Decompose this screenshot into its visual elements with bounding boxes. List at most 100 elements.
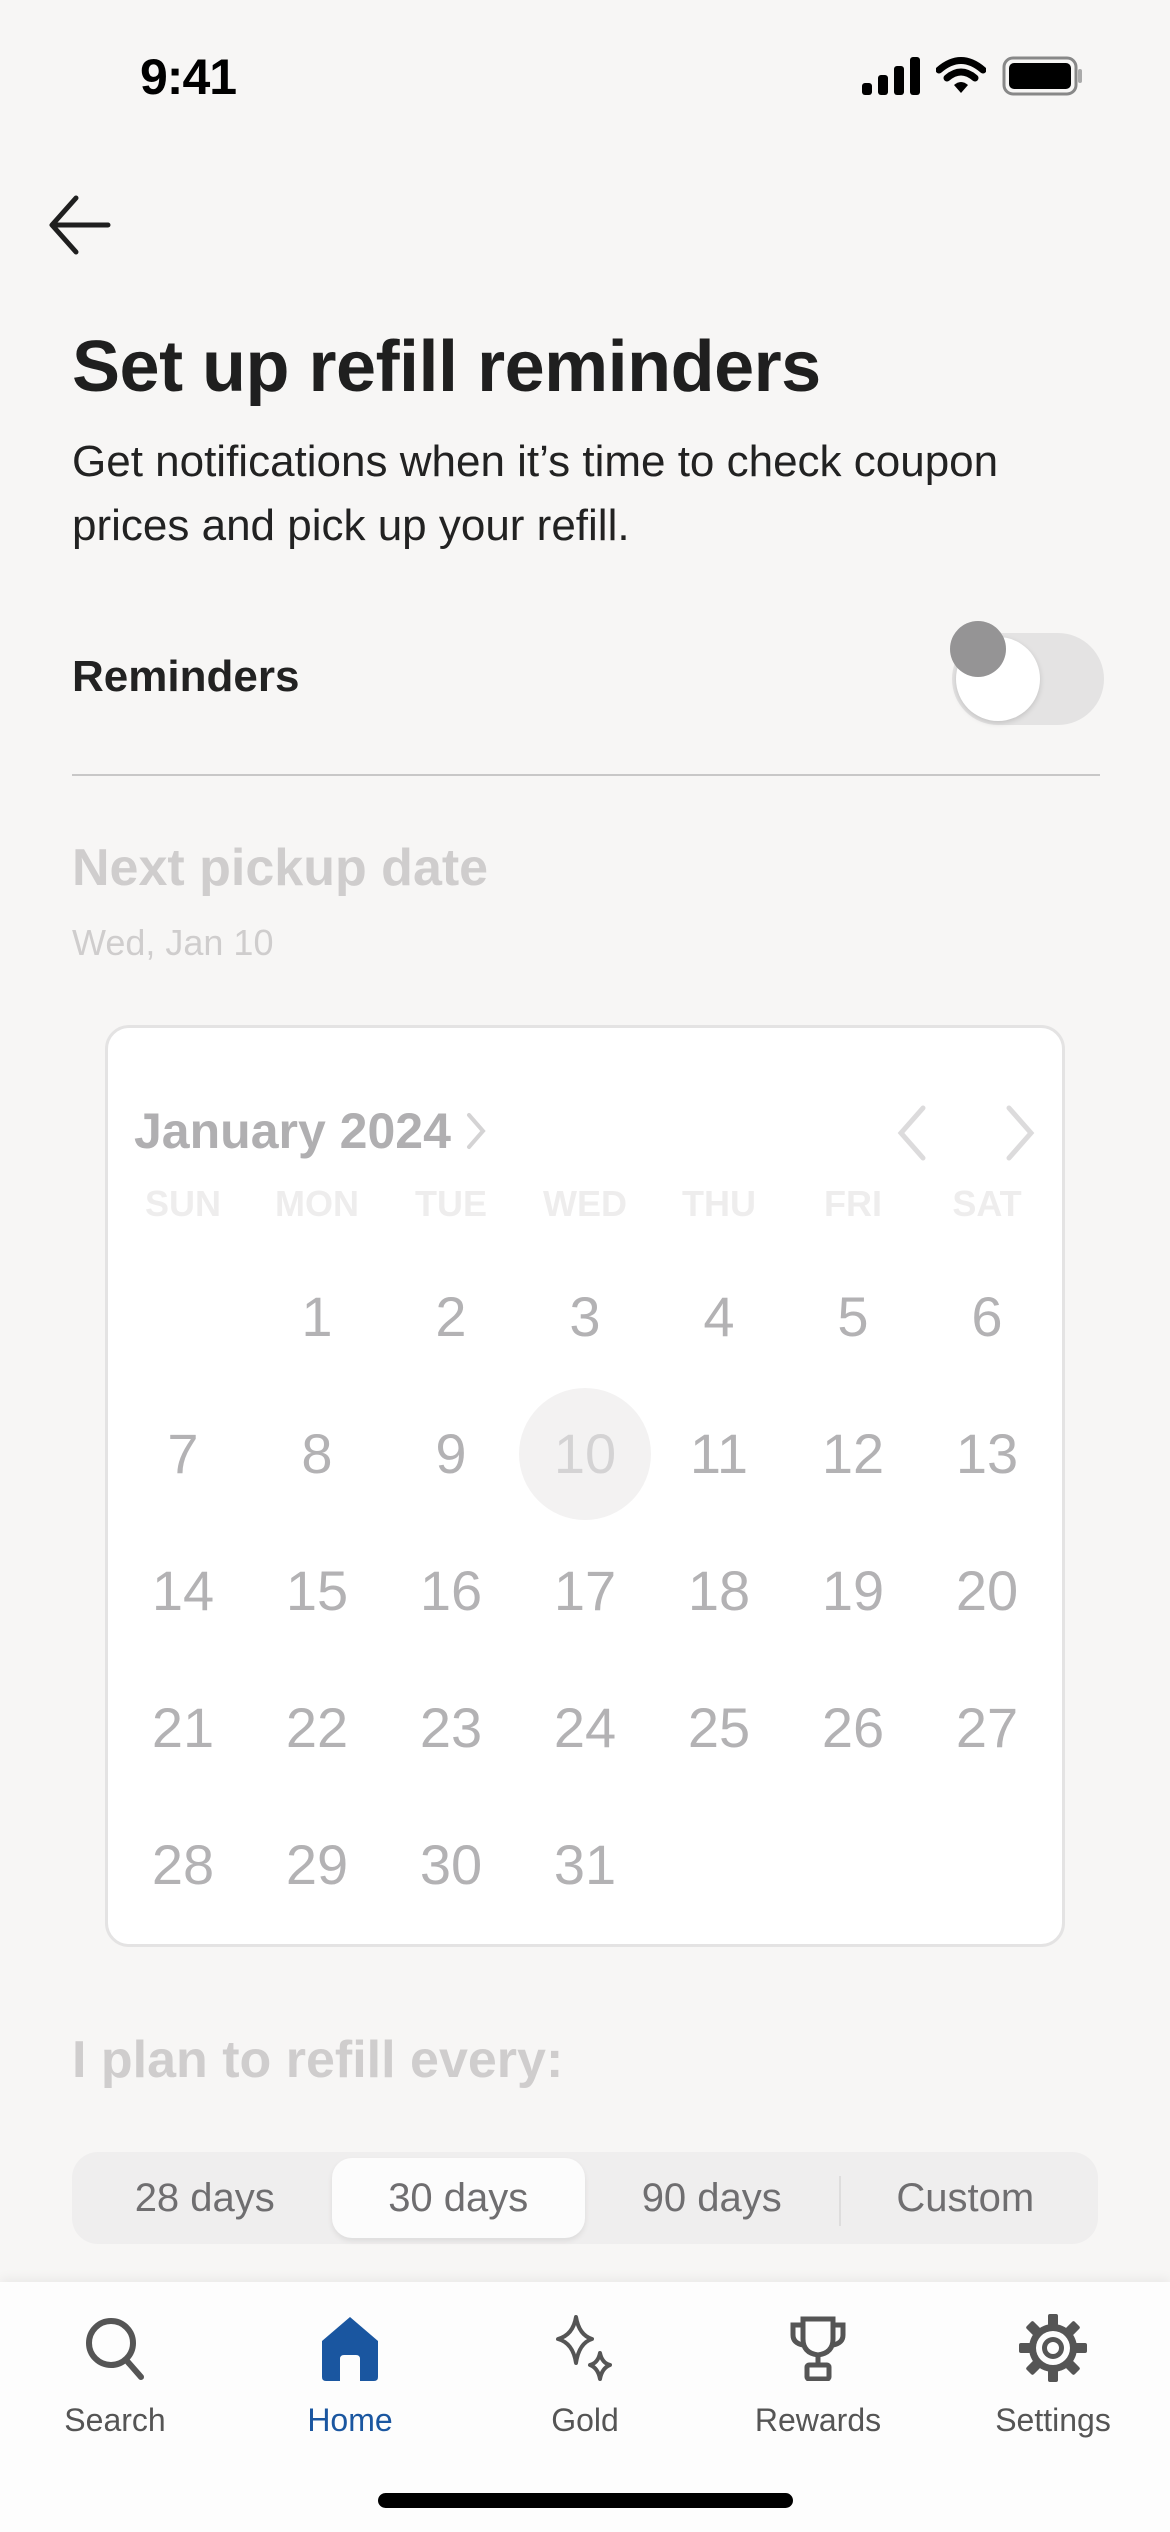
- calendar-day[interactable]: 11: [652, 1385, 786, 1522]
- day-number: 3: [569, 1285, 601, 1348]
- day-number: 26: [821, 1696, 885, 1759]
- calendar-day[interactable]: 18: [652, 1522, 786, 1659]
- calendar-day[interactable]: 16: [384, 1522, 518, 1659]
- date-picker-calendar: January 2024 SUN MON TUE WED THU FRI SAT 12345…: [105, 1025, 1065, 1947]
- calendar-day[interactable]: 23: [384, 1659, 518, 1796]
- calendar-day[interactable]: 6: [920, 1248, 1054, 1385]
- previous-month-button[interactable]: [882, 1098, 942, 1168]
- day-number: 15: [285, 1559, 349, 1622]
- calendar-day[interactable]: 2: [384, 1248, 518, 1385]
- day-number: 18: [687, 1559, 751, 1622]
- calendar-day[interactable]: 5: [786, 1248, 920, 1385]
- chevron-right-icon: [1006, 1105, 1035, 1161]
- segment-label: 30 days: [388, 2175, 529, 2220]
- calendar-day[interactable]: 24: [518, 1659, 652, 1796]
- day-number: 24: [553, 1696, 617, 1759]
- calendar-day[interactable]: 28: [116, 1796, 250, 1933]
- day-number: 29: [285, 1833, 349, 1896]
- calendar-day[interactable]: 20: [920, 1522, 1054, 1659]
- back-button[interactable]: [46, 190, 126, 260]
- calendar-day[interactable]: 29: [250, 1796, 384, 1933]
- touch-indicator: [950, 621, 1006, 677]
- chevron-left-icon: [897, 1105, 926, 1161]
- day-number: 12: [821, 1422, 885, 1485]
- day-number: 8: [301, 1422, 333, 1485]
- status-icons: [862, 56, 1084, 96]
- weekday-label: WED: [543, 1183, 627, 1224]
- day-number: 10: [553, 1422, 617, 1485]
- day-number: 23: [419, 1696, 483, 1759]
- day-number: 20: [955, 1559, 1019, 1622]
- reminders-toggle[interactable]: [950, 621, 1104, 725]
- weekday-label: SAT: [952, 1183, 1022, 1224]
- calendar-day[interactable]: 31: [518, 1796, 652, 1933]
- cellular-signal-icon: [862, 57, 920, 95]
- weekday-header-row: SUN MON TUE WED THU FRI SAT: [108, 1183, 1062, 1225]
- gear-icon: [1019, 2314, 1087, 2382]
- reminders-row: Reminders: [72, 620, 1104, 740]
- calendar-day[interactable]: 30: [384, 1796, 518, 1933]
- day-number: 14: [151, 1559, 215, 1622]
- next-month-button[interactable]: [990, 1098, 1050, 1168]
- refill-option-30-days[interactable]: 30 days: [331, 2158, 585, 2238]
- day-number: 1: [301, 1285, 333, 1348]
- tab-rewards[interactable]: Rewards: [723, 2312, 913, 2439]
- day-number: 16: [419, 1559, 483, 1622]
- day-number: 30: [419, 1833, 483, 1896]
- day-number: 31: [553, 1833, 617, 1896]
- calendar-day[interactable]: 17: [518, 1522, 652, 1659]
- home-indicator: [378, 2493, 793, 2508]
- tab-label: Home: [307, 2402, 393, 2438]
- month-selector[interactable]: January 2024: [134, 1102, 487, 1160]
- page-subtitle: Get notifications when it’s time to chec…: [72, 437, 999, 550]
- tab-settings[interactable]: Settings: [958, 2312, 1148, 2439]
- tab-home[interactable]: Home: [255, 2312, 445, 2439]
- refill-option-90-days[interactable]: 90 days: [585, 2158, 839, 2238]
- calendar-day[interactable]: 21: [116, 1659, 250, 1796]
- day-number: 7: [167, 1422, 199, 1485]
- calendar-day[interactable]: 25: [652, 1659, 786, 1796]
- day-number: 27: [955, 1696, 1019, 1759]
- battery-icon: [1002, 56, 1082, 96]
- weekday-label: FRI: [824, 1183, 882, 1224]
- calendar-day[interactable]: 19: [786, 1522, 920, 1659]
- reminders-label: Reminders: [72, 652, 300, 701]
- weekday-label: MON: [275, 1183, 359, 1224]
- refill-option-28-days[interactable]: 28 days: [78, 2158, 332, 2238]
- calendar-day[interactable]: 8: [250, 1385, 384, 1522]
- calendar-day[interactable]: 4: [652, 1248, 786, 1385]
- calendar-day[interactable]: 27: [920, 1659, 1054, 1796]
- tab-gold[interactable]: Gold: [490, 2312, 680, 2439]
- sparkle-icon: [556, 2315, 612, 2381]
- day-number: 4: [703, 1285, 735, 1348]
- day-number: 21: [151, 1696, 215, 1759]
- segment-separator: [838, 2176, 841, 2226]
- calendar-day[interactable]: 9: [384, 1385, 518, 1522]
- tab-label: Gold: [551, 2402, 619, 2438]
- wifi-icon: [936, 57, 986, 93]
- calendar-day[interactable]: 13: [920, 1385, 1054, 1522]
- day-number: 22: [285, 1696, 349, 1759]
- home-icon: [322, 2317, 378, 2381]
- day-number: 19: [821, 1559, 885, 1622]
- day-number: 28: [151, 1833, 215, 1896]
- tab-search[interactable]: Search: [20, 2312, 210, 2439]
- calendar-day[interactable]: 1: [250, 1248, 384, 1385]
- calendar-day[interactable]: 7: [116, 1385, 250, 1522]
- refill-frequency-heading: I plan to refill every:: [72, 2031, 564, 2089]
- calendar-header: January 2024: [132, 1078, 1042, 1178]
- calendar-day-selected[interactable]: 10: [518, 1385, 652, 1522]
- calendar-day[interactable]: 26: [786, 1659, 920, 1796]
- refill-option-custom[interactable]: Custom: [838, 2158, 1093, 2238]
- day-number: 13: [955, 1422, 1019, 1485]
- segment-label: 90 days: [641, 2175, 782, 2220]
- bottom-tab-bar: Search Home Gold Rewards Settings: [0, 2282, 1170, 2532]
- calendar-day[interactable]: 14: [116, 1522, 250, 1659]
- segment-label: 28 days: [134, 2175, 275, 2220]
- status-bar: 9:41: [0, 0, 1170, 150]
- calendar-day[interactable]: 3: [518, 1248, 652, 1385]
- calendar-day[interactable]: 15: [250, 1522, 384, 1659]
- calendar-day[interactable]: 12: [786, 1385, 920, 1522]
- day-number: 2: [435, 1285, 467, 1348]
- calendar-day[interactable]: 22: [250, 1659, 384, 1796]
